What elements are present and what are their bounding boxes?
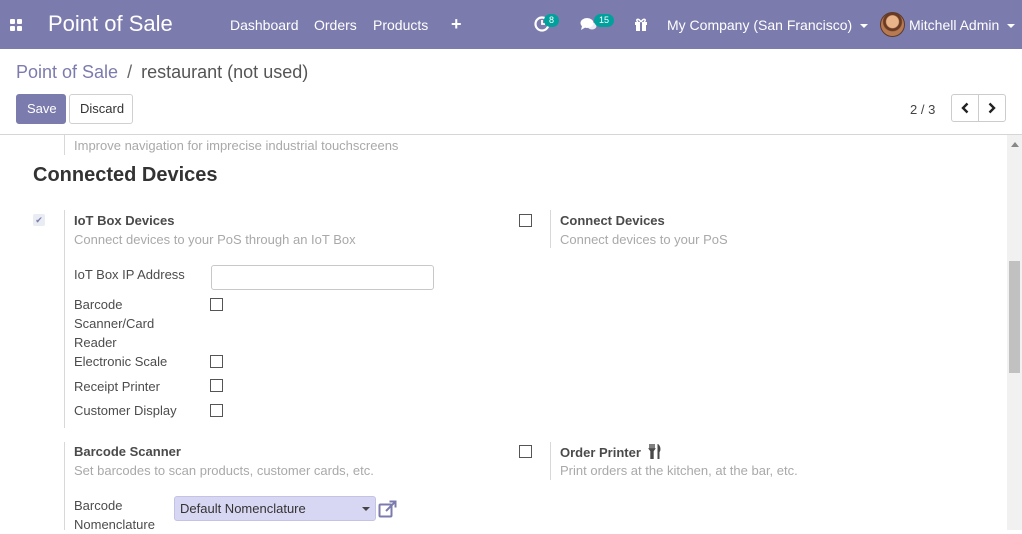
save-button[interactable]: Save xyxy=(16,94,66,124)
apps-menu-icon[interactable] xyxy=(10,19,22,31)
device-label-barcode-scanner: Barcode Scanner/Card Reader xyxy=(74,297,155,350)
pager-value[interactable]: 2 / 3 xyxy=(910,102,935,117)
touchscreen-help-text: Improve navigation for imprecise industr… xyxy=(74,138,399,153)
chevron-right-icon xyxy=(988,102,996,114)
order-printer-checkbox[interactable] xyxy=(519,445,532,458)
chevron-left-icon xyxy=(961,102,969,114)
scrollbar-thumb[interactable] xyxy=(1009,261,1020,373)
scroll-up-arrow-icon[interactable] xyxy=(1011,142,1019,147)
app-title[interactable]: Point of Sale xyxy=(48,11,173,37)
setting-divider xyxy=(64,135,65,155)
device-label-electronic-scale: Electronic Scale xyxy=(74,354,168,369)
chevron-down-icon xyxy=(362,507,370,511)
setting-divider xyxy=(550,210,551,248)
electronic-scale-checkbox[interactable] xyxy=(210,355,223,368)
nomenclature-label: Barcode Nomenclature xyxy=(74,498,155,532)
chevron-down-icon xyxy=(860,24,869,29)
connect-devices-title: Connect Devices xyxy=(560,213,665,228)
iot-ip-label: IoT Box IP Address xyxy=(74,267,185,282)
external-link-icon[interactable] xyxy=(378,500,398,521)
customer-display-checkbox[interactable] xyxy=(210,404,223,417)
section-title: Connected Devices xyxy=(33,164,218,186)
top-navbar: Point of Sale Dashboard Orders Products … xyxy=(0,0,1022,49)
nomenclature-select[interactable]: Default Nomenclature xyxy=(174,496,376,521)
iot-ip-input[interactable] xyxy=(211,265,434,290)
barcode-scanner-title: Barcode Scanner xyxy=(74,444,181,459)
plus-icon[interactable]: + xyxy=(451,15,462,33)
order-printer-title-text: Order Printer xyxy=(560,445,641,460)
order-printer-help: Print orders at the kitchen, at the bar,… xyxy=(560,463,798,478)
connect-devices-help: Connect devices to your PoS xyxy=(560,232,728,247)
barcode-scanner-checkbox[interactable] xyxy=(210,298,223,311)
pager-previous-button[interactable] xyxy=(951,94,979,122)
receipt-printer-checkbox[interactable] xyxy=(210,379,223,392)
breadcrumb-current: restaurant (not used) xyxy=(141,62,309,82)
messages-count-badge: 15 xyxy=(594,14,615,27)
order-printer-title: Order Printer xyxy=(560,444,662,460)
iot-box-checkbox[interactable]: ✔ xyxy=(33,214,45,226)
user-menu[interactable]: Mitchell Admin xyxy=(909,17,1016,33)
user-name: Mitchell Admin xyxy=(909,17,1000,33)
activity-count-badge: 8 xyxy=(544,14,560,27)
discard-button[interactable]: Discard xyxy=(69,94,133,124)
avatar[interactable] xyxy=(880,12,905,37)
restaurant-cutlery-icon xyxy=(647,444,661,460)
menu-products[interactable]: Products xyxy=(373,17,428,33)
control-panel-divider xyxy=(0,134,1022,135)
company-name: My Company (San Francisco) xyxy=(667,17,853,33)
chevron-down-icon xyxy=(1007,24,1016,29)
setting-divider xyxy=(64,210,65,428)
device-label-customer-display: Customer Display xyxy=(74,403,177,418)
connect-devices-checkbox[interactable] xyxy=(519,214,532,227)
menu-dashboard[interactable]: Dashboard xyxy=(230,17,299,33)
device-label-receipt-printer: Receipt Printer xyxy=(74,379,160,394)
iot-box-help: Connect devices to your PoS through an I… xyxy=(74,232,356,247)
pager-next-button[interactable] xyxy=(978,94,1006,122)
iot-box-title: IoT Box Devices xyxy=(74,213,175,228)
menu-orders[interactable]: Orders xyxy=(314,17,357,33)
setting-divider xyxy=(550,442,551,480)
gift-icon[interactable] xyxy=(634,17,648,34)
barcode-scanner-help: Set barcodes to scan products, customer … xyxy=(74,463,374,478)
breadcrumb: Point of Sale / restaurant (not used) xyxy=(16,62,308,83)
breadcrumb-parent-link[interactable]: Point of Sale xyxy=(16,62,118,82)
breadcrumb-separator: / xyxy=(127,62,133,82)
nomenclature-value: Default Nomenclature xyxy=(180,501,306,516)
company-switcher[interactable]: My Company (San Francisco) xyxy=(667,17,869,33)
setting-divider xyxy=(64,442,65,530)
